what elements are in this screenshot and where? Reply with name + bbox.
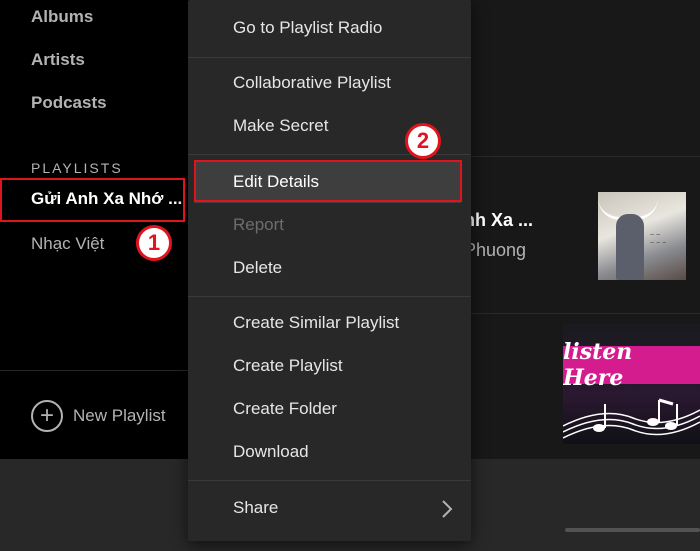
playlists-heading: PLAYLISTS <box>31 160 123 176</box>
plus-circle-icon: + <box>31 400 63 432</box>
menu-separator <box>188 57 471 58</box>
step-badge-1: 1 <box>136 225 172 261</box>
menu-item-collaborative[interactable]: Collaborative Playlist <box>233 73 391 93</box>
chevron-right-icon <box>442 500 453 518</box>
menu-separator <box>188 296 471 297</box>
menu-item-make-secret[interactable]: Make Secret <box>233 116 328 136</box>
sidebar-item-podcasts[interactable]: Podcasts <box>31 93 107 113</box>
new-playlist-button[interactable]: + New Playlist <box>31 400 166 432</box>
volume-slider[interactable] <box>565 528 700 532</box>
menu-separator <box>188 480 471 481</box>
album-cover-image[interactable]: ~ ~ ~ ~ ~ <box>598 192 686 280</box>
menu-item-report: Report <box>233 215 285 234</box>
menu-item-delete[interactable]: Delete <box>233 258 282 278</box>
highlight-box-playlist <box>0 178 185 222</box>
step-badge-2: 2 <box>405 123 441 159</box>
track-title[interactable]: nh Xa ... <box>464 210 533 231</box>
music-notes-icon <box>563 398 700 439</box>
cover-text: listen Here <box>563 339 633 391</box>
menu-item-create-playlist[interactable]: Create Playlist <box>233 356 343 376</box>
album-cover-image[interactable]: listen Here <box>563 324 700 444</box>
menu-item-create-similar-playlist[interactable]: Create Similar Playlist <box>233 313 399 333</box>
new-playlist-label: New Playlist <box>73 406 166 425</box>
sidebar-divider <box>0 370 190 371</box>
highlight-box-edit-details <box>194 160 462 202</box>
sidebar-item-artists[interactable]: Artists <box>31 50 85 70</box>
playlist-item[interactable]: Nhạc Việt <box>31 234 104 254</box>
menu-item-create-folder[interactable]: Create Folder <box>233 399 337 419</box>
menu-item-share[interactable]: Share <box>233 498 278 518</box>
track-artist[interactable]: Phuong <box>464 240 526 261</box>
menu-item-download[interactable]: Download <box>233 442 309 462</box>
sidebar-item-albums[interactable]: Albums <box>31 7 93 27</box>
context-menu: Go to Playlist Radio Collaborative Playl… <box>188 0 471 541</box>
menu-item-playlist-radio[interactable]: Go to Playlist Radio <box>233 18 382 38</box>
